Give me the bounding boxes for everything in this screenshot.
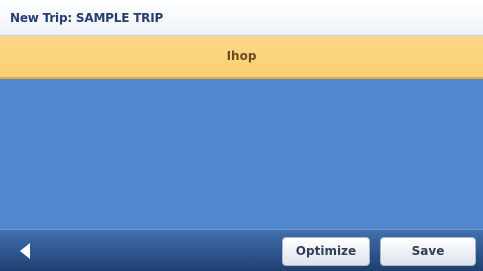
- new-trip-screen: New Trip: SAMPLE TRIP Ihop Optimize Save: [0, 0, 483, 271]
- save-button[interactable]: Save: [380, 237, 476, 266]
- screen-title: New Trip: SAMPLE TRIP: [10, 11, 164, 25]
- optimize-button[interactable]: Optimize: [282, 237, 370, 266]
- back-button[interactable]: [6, 238, 42, 264]
- bottom-toolbar: Optimize Save: [0, 229, 483, 271]
- list-item[interactable]: Ihop: [0, 36, 483, 79]
- trip-destination-list[interactable]: Ihop: [0, 36, 483, 229]
- title-bar: New Trip: SAMPLE TRIP: [0, 0, 483, 36]
- back-arrow-icon: [20, 243, 30, 259]
- list-item-label: Ihop: [226, 49, 257, 63]
